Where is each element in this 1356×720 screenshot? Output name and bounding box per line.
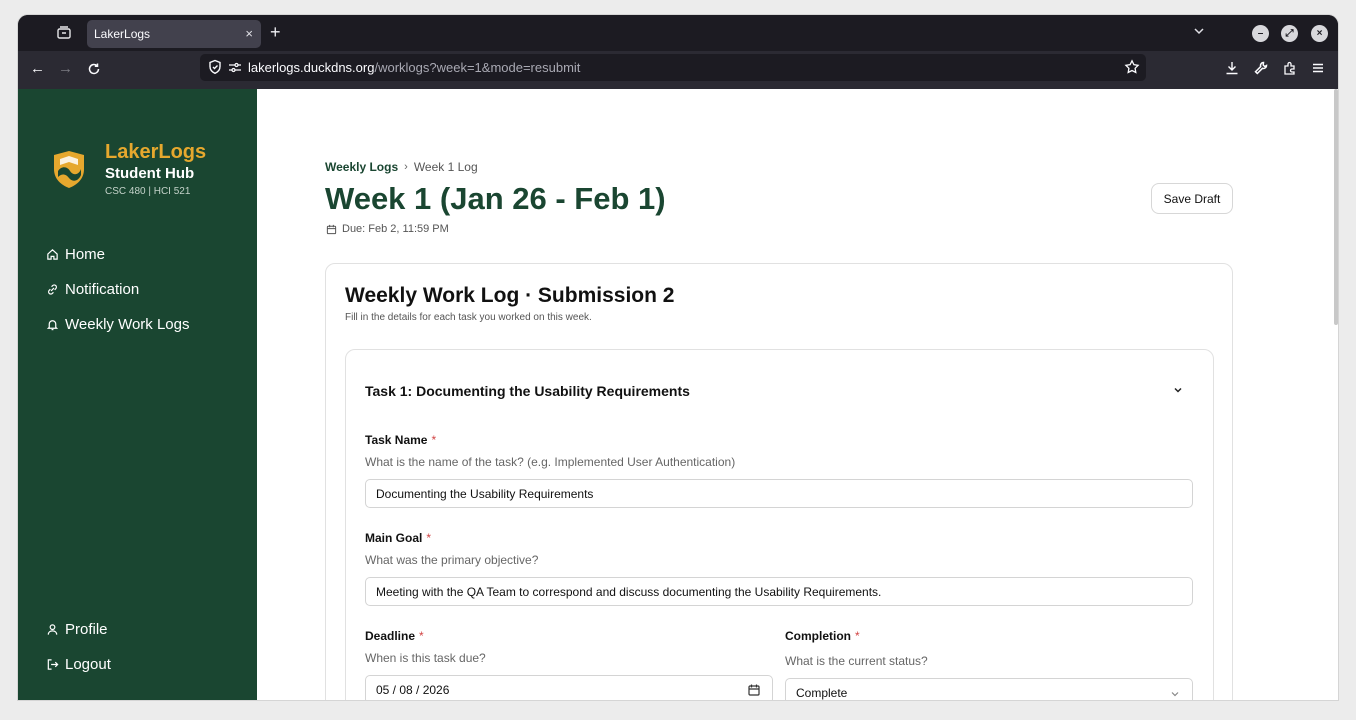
page-scrollbar[interactable]	[1334, 89, 1338, 325]
deadline-date-input[interactable]: 05 / 08 / 2026	[365, 675, 773, 700]
reload-icon[interactable]	[87, 62, 101, 76]
breadcrumb-current: Week 1 Log	[413, 160, 478, 174]
main-goal-value: Meeting with the QA Team to correspond a…	[376, 584, 882, 599]
completion-help: What is the current status?	[785, 654, 928, 668]
breadcrumb-separator-icon: ›	[404, 161, 408, 173]
address-bar[interactable]: lakerlogs.duckdns.org/worklogs?week=1&mo…	[200, 54, 1146, 81]
breadcrumb-weekly-logs-link[interactable]: Weekly Logs	[325, 160, 398, 174]
app-root: LakerLogs Student Hub CSC 480 | HCI 521 …	[18, 89, 1338, 700]
completion-value: Complete	[796, 685, 848, 700]
brand-subtitle: Student Hub	[105, 165, 195, 182]
menu-icon[interactable]	[1311, 61, 1325, 75]
sidebar-item-label: Profile	[65, 621, 108, 638]
forward-icon[interactable]: →	[58, 61, 73, 76]
bookmark-star-icon[interactable]	[1124, 59, 1140, 75]
close-window-icon[interactable]: ×	[1311, 25, 1328, 42]
lakerlogs-logo-icon	[54, 151, 84, 188]
select-chevron-icon	[1171, 692, 1179, 697]
tab-manager-icon[interactable]	[56, 25, 72, 41]
sidebar-item-profile[interactable]: Profile	[46, 621, 108, 638]
wrench-icon[interactable]	[1254, 61, 1268, 75]
page-title: Week 1 (Jan 26 - Feb 1)	[325, 181, 666, 216]
task-name-value: Documenting the Usability Requirements	[376, 486, 594, 501]
tab-strip: LakerLogs × + – ⤢ ×	[18, 15, 1338, 51]
extensions-icon[interactable]	[1283, 61, 1297, 75]
calendar-icon	[326, 224, 337, 234]
required-mark: *	[855, 629, 860, 643]
deadline-value: 05 / 08 / 2026	[376, 682, 450, 697]
completion-select[interactable]: Complete	[785, 678, 1193, 700]
completion-label: Completion *	[785, 629, 860, 643]
sidebar-item-weekly-work-logs[interactable]: Weekly Work Logs	[46, 316, 190, 333]
tab-close-icon[interactable]: ×	[245, 26, 253, 41]
task-name-help: What is the name of the task? (e.g. Impl…	[365, 455, 736, 469]
minimize-icon[interactable]: –	[1252, 25, 1269, 42]
save-draft-button[interactable]: Save Draft	[1151, 183, 1233, 214]
bell-icon	[46, 320, 59, 331]
required-mark: *	[431, 433, 437, 447]
link-icon	[48, 284, 57, 295]
task-name-input[interactable]: Documenting the Usability Requirements	[365, 479, 1193, 508]
task-title[interactable]: Task 1: Documenting the Usability Requir…	[365, 383, 690, 399]
navigation-bar: ← → lakerlogs.duckdns.org/worklogs?week=…	[18, 51, 1338, 89]
sidebar: LakerLogs Student Hub CSC 480 | HCI 521 …	[18, 89, 257, 700]
task-panel: Task 1: Documenting the Usability Requir…	[345, 349, 1214, 700]
browser-window: LakerLogs × + – ⤢ × ← → lakerlogs.duckdn…	[18, 15, 1338, 700]
main-content: Weekly Logs › Week 1 Log Week 1 (Jan 26 …	[257, 89, 1338, 700]
main-goal-label: Main Goal *	[365, 531, 431, 545]
person-icon	[47, 624, 58, 635]
task-name-label: Task Name *	[365, 433, 436, 447]
course-code: CSC 480 | HCI 521	[105, 186, 191, 197]
sidebar-item-logout[interactable]: Logout	[46, 656, 111, 673]
url-text: lakerlogs.duckdns.org/worklogs?week=1&mo…	[248, 60, 580, 75]
new-tab-icon[interactable]: +	[270, 23, 281, 41]
card-subtitle: Fill in the details for each task you wo…	[345, 312, 592, 323]
brand-name: LakerLogs	[105, 141, 207, 163]
main-goal-input[interactable]: Meeting with the QA Team to correspond a…	[365, 577, 1193, 606]
logout-icon	[47, 659, 59, 670]
main-goal-label-text: Main Goal	[365, 531, 423, 545]
required-mark: *	[419, 629, 424, 643]
breadcrumb: Weekly Logs › Week 1 Log	[325, 160, 478, 174]
main-goal-help: What was the primary objective?	[365, 553, 539, 567]
deadline-help: When is this task due?	[365, 651, 486, 665]
card-title: Weekly Work Log · Submission 2	[345, 284, 675, 307]
url-host: lakerlogs.duckdns.org	[248, 60, 375, 75]
calendar-picker-icon[interactable]	[748, 684, 760, 696]
sidebar-item-label: Weekly Work Logs	[65, 316, 190, 333]
tab-title: LakerLogs	[94, 27, 151, 41]
sidebar-item-label: Logout	[65, 656, 111, 673]
chevron-down-icon[interactable]	[1172, 384, 1184, 396]
sidebar-item-home[interactable]: Home	[46, 246, 105, 263]
sidebar-item-label: Home	[65, 246, 106, 263]
due-text: Due: Feb 2, 11:59 PM	[342, 223, 449, 235]
downloads-icon[interactable]	[1225, 61, 1239, 75]
back-icon[interactable]: ←	[30, 61, 45, 76]
shield-icon[interactable]	[208, 59, 222, 75]
restore-icon[interactable]: ⤢	[1281, 25, 1298, 42]
required-mark: *	[426, 531, 432, 545]
browser-tab[interactable]: LakerLogs ×	[87, 20, 261, 48]
sidebar-item-notification[interactable]: Notification	[46, 281, 139, 298]
home-icon	[47, 249, 58, 260]
deadline-label: Deadline *	[365, 629, 424, 643]
due-date: Due: Feb 2, 11:59 PM	[326, 223, 449, 235]
url-path: /worklogs?week=1&mode=resubmit	[374, 60, 581, 75]
list-all-tabs-icon[interactable]	[1192, 24, 1206, 38]
work-log-card: Weekly Work Log · Submission 2 Fill in t…	[325, 263, 1233, 700]
deadline-label-text: Deadline	[365, 629, 416, 643]
sidebar-item-label: Notification	[65, 281, 140, 298]
task-name-label-text: Task Name	[365, 433, 428, 447]
completion-label-text: Completion	[785, 629, 851, 643]
permissions-icon[interactable]	[228, 59, 242, 75]
